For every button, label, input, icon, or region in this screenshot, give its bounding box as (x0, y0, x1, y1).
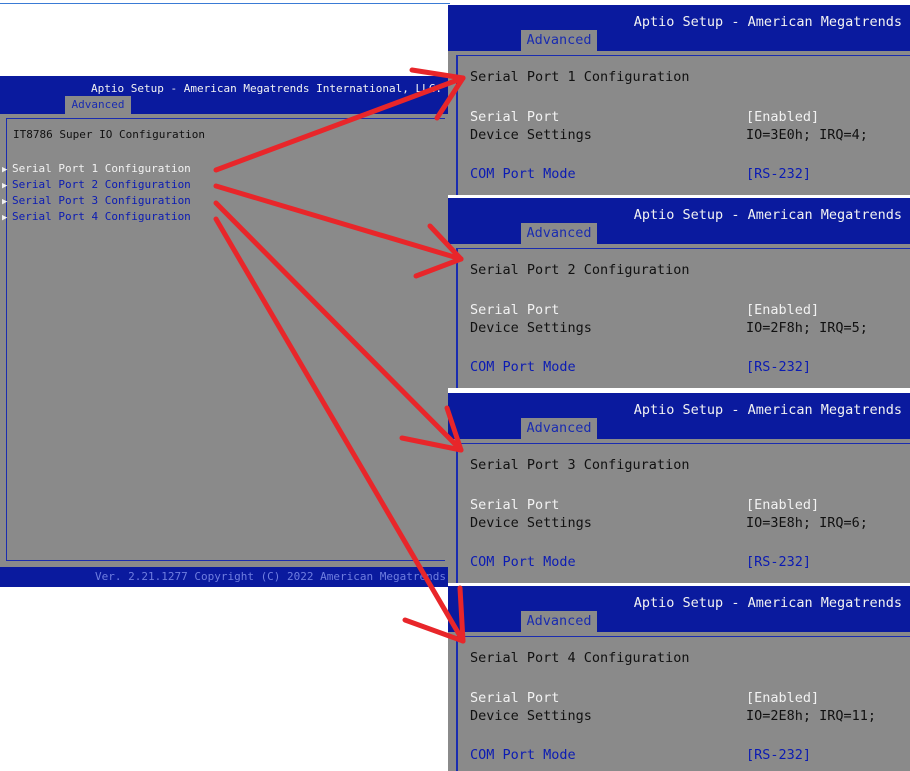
bios-header: Aptio Setup - American Megatrends Intern… (0, 76, 448, 114)
page-heading: Serial Port 3 Configuration (470, 457, 690, 473)
serial-port-label: Serial Port (470, 109, 560, 125)
com-port-mode-label: COM Port Mode (470, 166, 576, 182)
page-heading: Serial Port 2 Configuration (470, 262, 690, 278)
device-settings-label: Device Settings (470, 127, 592, 143)
device-settings-value: IO=2F8h; IRQ=5; (746, 320, 868, 336)
tab-advanced[interactable]: Advanced (521, 611, 597, 632)
com-port-mode-value[interactable]: [RS-232] (746, 359, 811, 375)
page-heading: Serial Port 4 Configuration (470, 650, 690, 666)
serial-port-2-screen: Aptio Setup - American Megatrends Advanc… (448, 198, 910, 388)
com-port-mode-label: COM Port Mode (470, 554, 576, 570)
bios-header: Aptio Setup - American Megatrends Advanc… (448, 198, 910, 244)
submenu-arrow-icon: ▶ (2, 181, 8, 191)
tab-advanced[interactable]: Advanced (521, 223, 597, 244)
bios-title: Aptio Setup - American Megatrends (633, 595, 902, 611)
serial-port-value[interactable]: [Enabled] (746, 497, 819, 513)
bios-footer: Ver. 2.21.1277 Copyright (C) 2022 Americ… (0, 567, 448, 587)
bios-header: Aptio Setup - American Megatrends Advanc… (448, 586, 910, 632)
com-port-mode-value[interactable]: [RS-232] (746, 554, 811, 570)
serial-port-label: Serial Port (470, 302, 560, 318)
device-settings-label: Device Settings (470, 708, 592, 724)
menu-item-serial-port-4[interactable]: ▶ Serial Port 4 Configuration (2, 210, 191, 223)
menu-item-label: Serial Port 1 Configuration (12, 162, 191, 175)
device-settings-value: IO=3E0h; IRQ=4; (746, 127, 868, 143)
menu-item-label: Serial Port 2 Configuration (12, 178, 191, 191)
menu-item-serial-port-1[interactable]: ▶ Serial Port 1 Configuration (2, 162, 191, 175)
serial-port-label: Serial Port (470, 497, 560, 513)
com-port-mode-label: COM Port Mode (470, 359, 576, 375)
serial-port-4-screen: Aptio Setup - American Megatrends Advanc… (448, 586, 910, 771)
page-heading: Serial Port 1 Configuration (470, 69, 690, 85)
device-settings-value: IO=2E8h; IRQ=11; (746, 708, 877, 724)
submenu-arrow-icon: ▶ (2, 165, 8, 175)
device-settings-label: Device Settings (470, 515, 592, 531)
device-settings-label: Device Settings (470, 320, 592, 336)
device-settings-value: IO=3E8h; IRQ=6; (746, 515, 868, 531)
top-divider-line (0, 3, 450, 4)
submenu-arrow-icon: ▶ (2, 197, 8, 207)
tab-advanced[interactable]: Advanced (521, 30, 597, 51)
menu-item-serial-port-2[interactable]: ▶ Serial Port 2 Configuration (2, 178, 191, 191)
serial-port-value[interactable]: [Enabled] (746, 302, 819, 318)
serial-port-1-screen: Aptio Setup - American Megatrends Advanc… (448, 5, 910, 195)
bios-main-screen: Aptio Setup - American Megatrends Intern… (0, 76, 448, 587)
bios-header: Aptio Setup - American Megatrends Advanc… (448, 5, 910, 51)
bios-title: Aptio Setup - American Megatrends (633, 402, 902, 418)
bios-title: Aptio Setup - American Megatrends Intern… (91, 82, 442, 95)
tab-advanced[interactable]: Advanced (521, 418, 597, 439)
com-port-mode-label: COM Port Mode (470, 747, 576, 763)
com-port-mode-value[interactable]: [RS-232] (746, 747, 811, 763)
bios-header: Aptio Setup - American Megatrends Advanc… (448, 393, 910, 439)
menu-item-label: Serial Port 4 Configuration (12, 210, 191, 223)
serial-port-label: Serial Port (470, 690, 560, 706)
menu-item-label: Serial Port 3 Configuration (12, 194, 191, 207)
bios-title: Aptio Setup - American Megatrends (633, 207, 902, 223)
tab-advanced[interactable]: Advanced (65, 96, 131, 114)
version-text: Ver. 2.21.1277 Copyright (C) 2022 Americ… (95, 570, 448, 583)
menu-item-serial-port-3[interactable]: ▶ Serial Port 3 Configuration (2, 194, 191, 207)
serial-port-3-screen: Aptio Setup - American Megatrends Advanc… (448, 393, 910, 583)
com-port-mode-value[interactable]: [RS-232] (746, 166, 811, 182)
serial-port-value[interactable]: [Enabled] (746, 109, 819, 125)
submenu-arrow-icon: ▶ (2, 213, 8, 223)
bios-title: Aptio Setup - American Megatrends (633, 14, 902, 30)
page-heading: IT8786 Super IO Configuration (13, 128, 206, 141)
serial-port-value[interactable]: [Enabled] (746, 690, 819, 706)
